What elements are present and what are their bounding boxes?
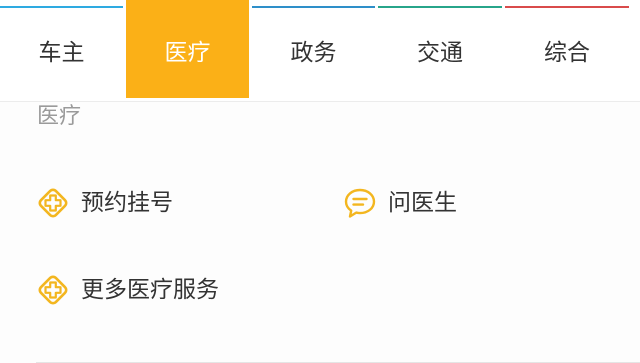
service-label: 更多医疗服务 [81, 277, 219, 303]
tab-label: 医疗 [164, 40, 211, 66]
service-label: 预约挂号 [81, 190, 173, 216]
tab-label: 交通 [417, 40, 463, 66]
tab-label: 政务 [290, 40, 337, 66]
tab-general[interactable]: 综合 [505, 0, 629, 98]
page: 车主 医疗 政务 交通 综合 医疗 预约挂号 问医生 更多医疗服务 [0, 0, 640, 363]
chat-bubble-icon [343, 186, 377, 220]
ask-doctor-item[interactable]: 问医生 [343, 186, 457, 220]
category-tab-bar: 车主 医疗 政务 交通 综合 [0, 0, 640, 102]
section-title: 医疗 [37, 104, 82, 129]
medical-cross-icon [36, 186, 70, 220]
tab-label: 综合 [544, 40, 590, 66]
service-label: 问医生 [388, 190, 457, 216]
tab-car-owner[interactable]: 车主 [0, 0, 123, 98]
tab-color-strip [378, 6, 502, 8]
medical-cross-icon [36, 273, 70, 307]
more-medical-services-item[interactable]: 更多医疗服务 [36, 273, 219, 307]
tab-color-strip [505, 6, 629, 8]
tab-government[interactable]: 政务 [252, 0, 375, 98]
tab-color-strip [0, 6, 123, 8]
tab-medical[interactable]: 医疗 [126, 0, 249, 98]
tab-label: 车主 [38, 40, 85, 66]
tab-color-strip [252, 6, 375, 8]
tab-traffic[interactable]: 交通 [378, 0, 502, 98]
appointment-registration-item[interactable]: 预约挂号 [36, 186, 173, 220]
